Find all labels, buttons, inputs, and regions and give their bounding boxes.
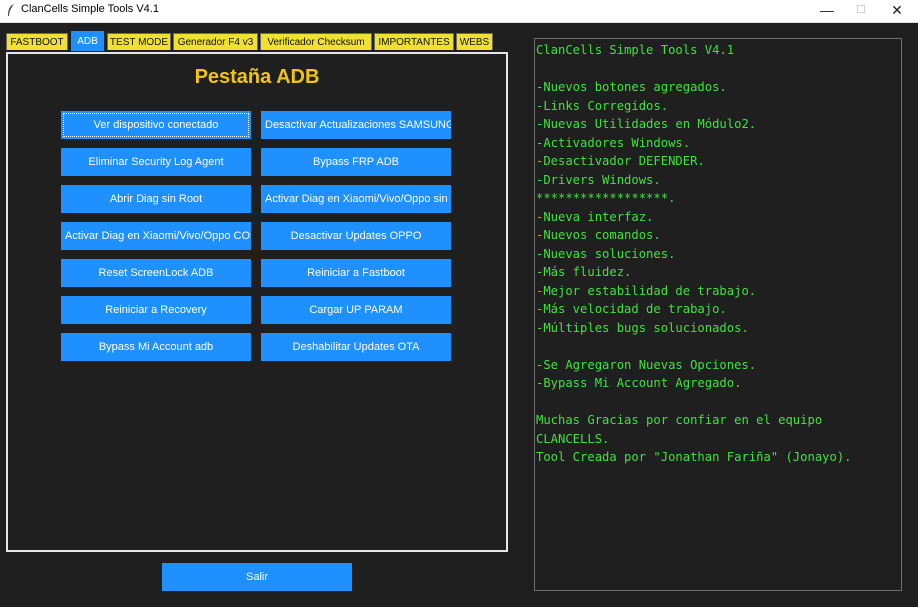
abrir-diag-sin-root-button[interactable]: Abrir Diag sin Root <box>61 185 251 213</box>
log-line: -Nuevos comandos. <box>536 228 661 242</box>
log-line: -Múltiples bugs solucionados. <box>536 320 749 335</box>
feather-icon <box>6 3 18 18</box>
ver-dispositivo-button[interactable]: Ver dispositivo conectado <box>61 111 251 139</box>
tab-generador-f4[interactable]: Generador F4 v3 <box>173 33 258 50</box>
cargar-up-param-button[interactable]: Cargar UP PARAM <box>261 296 451 324</box>
bypass-frp-button[interactable]: Bypass FRP ADB <box>261 148 451 176</box>
activar-diag-con-root-button[interactable]: Activar Diag en Xiaomi/Vivo/Oppo CON ROO… <box>61 222 251 250</box>
reiniciar-fastboot-button[interactable]: Reiniciar a Fastboot <box>261 259 451 287</box>
activar-diag-sin-root-button[interactable]: Activar Diag en Xiaomi/Vivo/Oppo sin roo… <box>261 185 451 213</box>
maximize-button[interactable]: ☐ <box>844 0 878 22</box>
tab-webs[interactable]: WEBS <box>456 33 493 50</box>
tab-verificador-checksum[interactable]: Verificador Checksum <box>260 33 372 50</box>
close-button[interactable]: ✕ <box>880 0 914 22</box>
desactivar-updates-oppo-button[interactable]: Desactivar Updates OPPO <box>261 222 451 250</box>
log-line: ******************. <box>536 191 676 205</box>
log-line: ClanCells Simple Tools V4.1 <box>536 43 735 57</box>
window-title: ClanCells Simple Tools V4.1 <box>21 3 159 15</box>
reiniciar-recovery-button[interactable]: Reiniciar a Recovery <box>61 296 251 324</box>
tab-importantes[interactable]: IMPORTANTES <box>374 33 454 50</box>
bypass-mi-account-button[interactable]: Bypass Mi Account adb <box>61 333 251 361</box>
log-line: Tool Creada por "Jonathan Fariña" (Jonay… <box>536 450 852 464</box>
tab-adb[interactable]: ADB <box>71 31 104 51</box>
panel-title: Pestaña ADB <box>194 66 320 88</box>
log-line: -Links Corregidos. <box>536 98 669 113</box>
log-line: -Desactivador DEFENDER. <box>536 154 705 168</box>
window-titlebar: ClanCells Simple Tools V4.1 — ☐ ✕ <box>0 0 918 23</box>
log-line: -Mejor estabilidad de trabajo. <box>536 283 757 298</box>
log-line: -Más fluidez. <box>536 265 632 279</box>
log-line: -Drivers Windows. <box>536 172 661 187</box>
log-line: -Se Agregaron Nuevas Opciones. <box>536 357 757 372</box>
tab-test-mode[interactable]: TEST MODE <box>107 33 171 50</box>
reset-screenlock-button[interactable]: Reset ScreenLock ADB <box>61 259 251 287</box>
log-line: -Bypass Mi Account Agregado. <box>536 376 742 390</box>
deshabilitar-updates-ota-button[interactable]: Deshabilitar Updates OTA <box>261 333 451 361</box>
log-line: CLANCELLS. <box>536 431 610 446</box>
changelog-textbox[interactable]: ClanCells Simple Tools V4.1 -Nuevos boto… <box>534 38 902 591</box>
adb-tab-panel: Pestaña ADB Ver dispositivo conectado El… <box>6 52 508 552</box>
log-line: Muchas Gracias por confiar en el equipo <box>536 413 823 427</box>
minimize-button[interactable]: — <box>810 0 844 22</box>
log-line: -Más velocidad de trabajo. <box>536 302 727 316</box>
desactivar-actualizaciones-samsung-button[interactable]: Desactivar Actualizaciones SAMSUNG <box>261 111 451 139</box>
salir-button[interactable]: Salir <box>162 563 352 591</box>
eliminar-security-log-button[interactable]: Eliminar Security Log Agent <box>61 148 251 176</box>
log-line: -Nuevas Utilidades en Módulo2. <box>536 117 757 131</box>
log-line: -Nuevas soluciones. <box>536 246 676 261</box>
tab-fastboot[interactable]: FASTBOOT <box>6 33 68 50</box>
log-line: -Activadores Windows. <box>536 135 691 150</box>
log-line: -Nueva interfaz. <box>536 209 654 224</box>
log-line: -Nuevos botones agregados. <box>536 80 727 94</box>
